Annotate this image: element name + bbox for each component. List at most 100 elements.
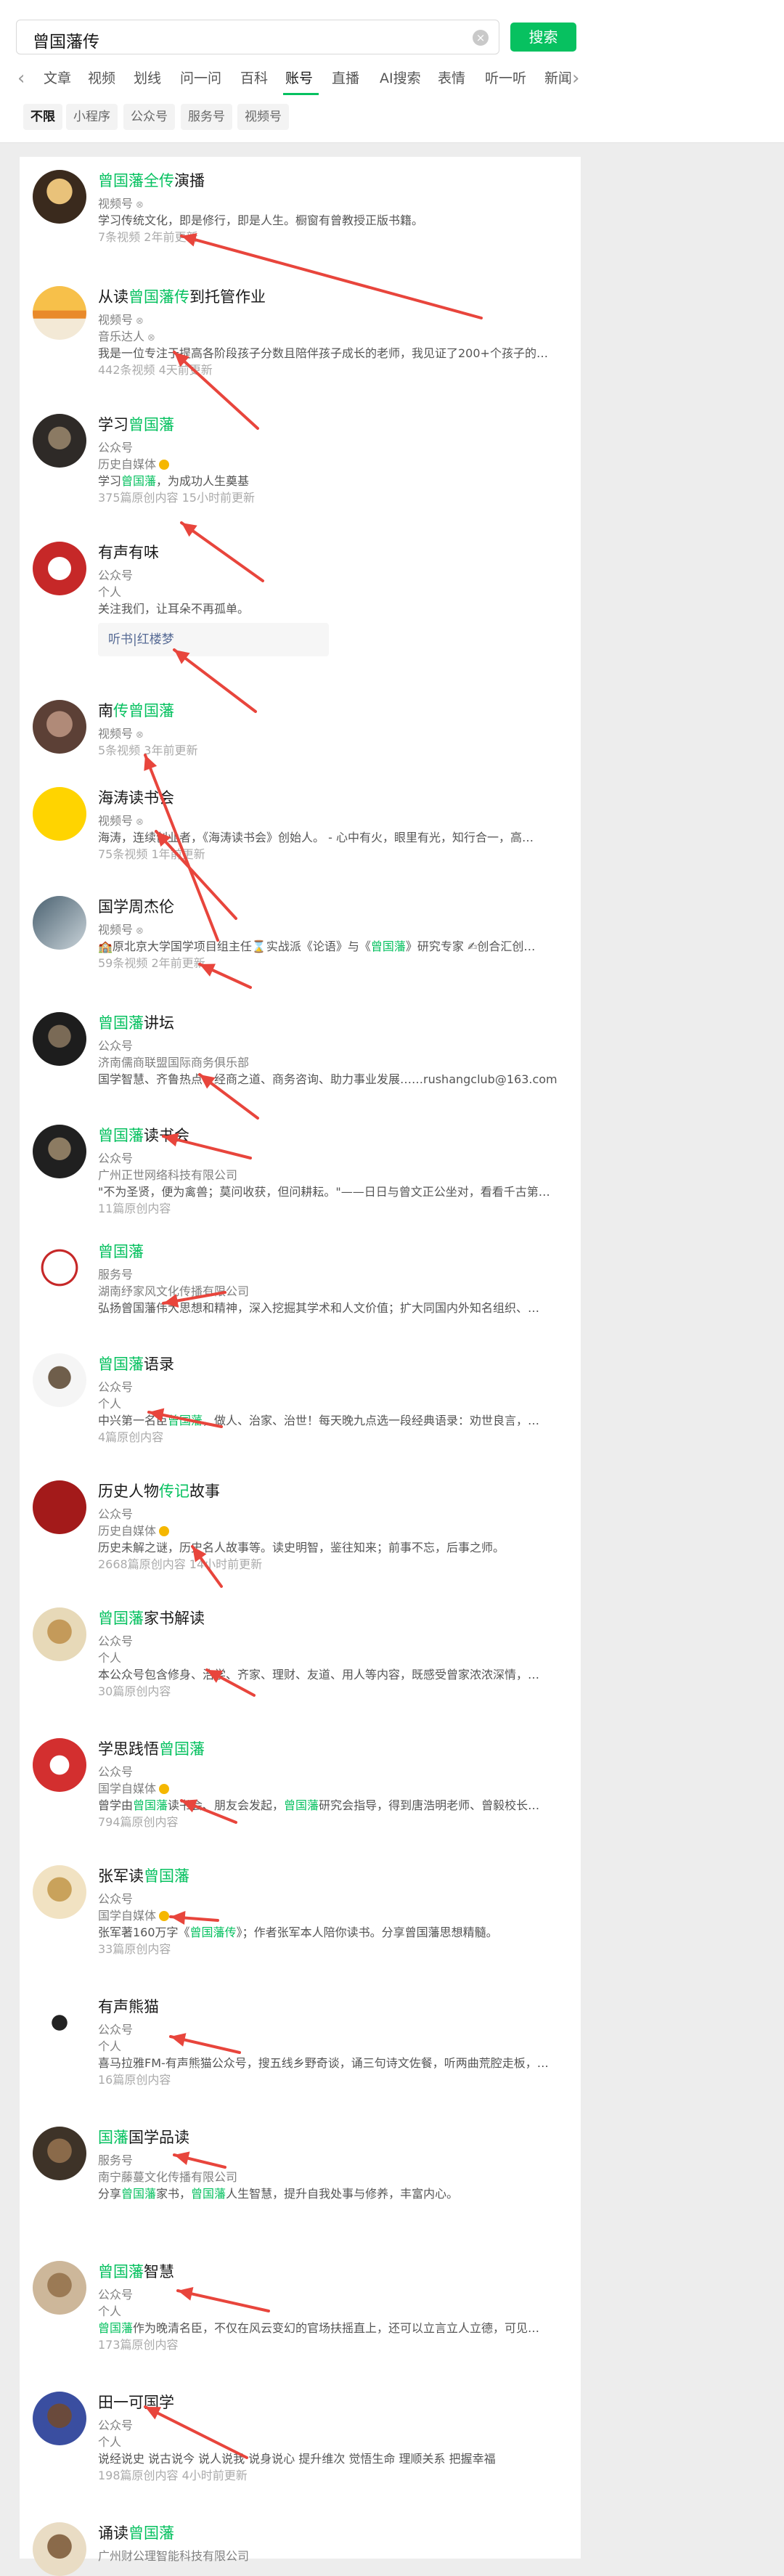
- avatar[interactable]: [33, 2261, 86, 2315]
- account-name[interactable]: 曾国藩家书解读: [98, 1607, 205, 1629]
- highlight-text: 曾国藩: [284, 1798, 319, 1812]
- account-type: 视频号 ⊗: [98, 811, 570, 828]
- avatar[interactable]: [33, 1865, 86, 1919]
- account-type: 视频号 ⊗: [98, 194, 570, 211]
- account-type: 公众号: [98, 1504, 570, 1522]
- line-text: 173篇原创内容: [98, 2338, 179, 2352]
- avatar[interactable]: [33, 700, 86, 754]
- tab-listen[interactable]: 听一听: [485, 68, 526, 87]
- tab-encyclopedia[interactable]: 百科: [240, 68, 268, 87]
- avatar[interactable]: [33, 1738, 86, 1792]
- avatar[interactable]: [33, 2127, 86, 2180]
- tab-ask[interactable]: 问一问: [180, 68, 221, 87]
- line-text: 公众号: [98, 1765, 134, 1779]
- highlight-text: 曾国藩: [98, 1127, 144, 1144]
- text-segment: ，为成功人生奠基: [156, 474, 250, 488]
- account-name[interactable]: 张军读曾国藩: [98, 1864, 189, 1886]
- account-name[interactable]: 国藩国学品读: [98, 2126, 189, 2148]
- account-name[interactable]: 曾国藩语录: [98, 1353, 174, 1374]
- line-text: 公众号: [98, 1380, 134, 1394]
- account-stats: 173篇原创内容: [98, 2335, 570, 2352]
- filter-mini-program[interactable]: 小程序: [66, 104, 118, 130]
- text-segment: 🏫原北京大学国学项目组主任⌛实战派《论语》与《: [98, 939, 371, 953]
- tabs-right-arrow-icon[interactable]: ›: [572, 68, 579, 89]
- account-name[interactable]: 田一可国学: [98, 2391, 174, 2413]
- filter-official-account[interactable]: 公众号: [123, 104, 175, 130]
- text-segment: 国学周杰伦: [98, 898, 174, 916]
- search-button[interactable]: 搜索: [510, 23, 576, 52]
- avatar[interactable]: [33, 1241, 86, 1295]
- account-type: 公众号: [98, 1036, 570, 1053]
- line-text: 公众号: [98, 1892, 134, 1906]
- avatar[interactable]: [33, 2522, 86, 2576]
- highlight-text: 曾国藩: [370, 939, 406, 953]
- account-type: 视频号 ⊗: [98, 310, 570, 327]
- verified-badge-icon: [159, 1526, 170, 1536]
- tab-stickers[interactable]: 表情: [438, 68, 465, 87]
- account-type: 济南儒商联盟国际商务俱乐部: [98, 1053, 570, 1070]
- line-text: 历史自媒体: [98, 457, 157, 471]
- avatar[interactable]: [33, 1996, 86, 2050]
- tab-live[interactable]: 直播: [332, 68, 359, 87]
- account-name[interactable]: 从读曾国藩传到托管作业: [98, 285, 266, 307]
- line-text: 视频号: [98, 814, 134, 828]
- text-segment: 故事: [189, 1483, 220, 1500]
- highlight-text: 传记: [159, 1483, 189, 1500]
- related-content-chip[interactable]: 听书|红楼梦: [98, 623, 329, 656]
- account-name[interactable]: 曾国藩: [98, 1240, 144, 1262]
- avatar[interactable]: [33, 414, 86, 468]
- account-stats: 75条视频 1年前更新: [98, 844, 570, 862]
- clear-icon[interactable]: ×: [473, 30, 489, 46]
- tab-highlights[interactable]: 划线: [134, 68, 161, 87]
- line-text: 说经说史 说古说今 说人说我 说身说心 提升维次 觉悟生命 理顺关系 把握幸福: [98, 2452, 496, 2466]
- account-name[interactable]: 学思践悟曾国藩: [98, 1737, 205, 1759]
- account-name[interactable]: 历史人物传记故事: [98, 1480, 220, 1501]
- search-box[interactable]: 曾国藩传 ×: [16, 20, 499, 54]
- highlight-text: 曾国藩: [98, 1356, 144, 1373]
- account-name[interactable]: 国学周杰伦: [98, 895, 174, 917]
- line-text: 公众号: [98, 1039, 134, 1053]
- account-name[interactable]: 曾国藩读书会: [98, 1124, 189, 1146]
- avatar[interactable]: [33, 1480, 86, 1534]
- avatar[interactable]: [33, 1353, 86, 1407]
- account-stats: 198篇原创内容 4小时前更新: [98, 2466, 570, 2483]
- filter-all[interactable]: 不限: [23, 104, 62, 130]
- filter-service-account[interactable]: 服务号: [181, 104, 232, 130]
- account-name[interactable]: 有声有味: [98, 541, 159, 563]
- tab-articles[interactable]: 文章: [44, 68, 71, 87]
- account-description: 历史未解之谜，历史名人故事等。读史明智，鉴往知来；前事不忘，后事之师。: [98, 1538, 570, 1555]
- tab-accounts[interactable]: 账号: [285, 68, 313, 87]
- avatar[interactable]: [33, 170, 86, 224]
- avatar[interactable]: [33, 1607, 86, 1661]
- tab-videos[interactable]: 视频: [88, 68, 115, 87]
- account-type: 视频号 ⊗: [98, 724, 570, 741]
- account-name[interactable]: 曾国藩智慧: [98, 2260, 174, 2282]
- tab-ai-search[interactable]: AI搜索: [380, 68, 421, 87]
- account-name[interactable]: 曾国藩讲坛: [98, 1011, 174, 1033]
- account-type: 公众号: [98, 1377, 570, 1395]
- account-type: 公众号: [98, 438, 570, 455]
- avatar[interactable]: [33, 542, 86, 595]
- line-text: 公众号: [98, 1507, 134, 1521]
- avatar[interactable]: [33, 2392, 86, 2445]
- avatar[interactable]: [33, 787, 86, 841]
- line-text: 198篇原创内容 4小时前更新: [98, 2469, 248, 2482]
- account-name[interactable]: 学习曾国藩: [98, 413, 174, 435]
- account-name[interactable]: 曾国藩全传演播: [98, 169, 205, 191]
- account-name[interactable]: 海涛读书会: [98, 786, 174, 808]
- avatar[interactable]: [33, 1012, 86, 1066]
- account-name[interactable]: 南传曾国藩: [98, 699, 174, 721]
- account-description: 张军著160万字《曾国藩传》；作者张军本人陪你读书。分享曾国藩思想精髓。: [98, 1923, 570, 1940]
- tab-news[interactable]: 新闻: [544, 68, 571, 87]
- avatar[interactable]: [33, 286, 86, 340]
- account-name[interactable]: 有声熊猫: [98, 1995, 159, 2017]
- line-text: 弘扬曾国藩伟大思想和精神，深入挖掘其学术和人文价值；扩大同国内外知名组织、…: [98, 1301, 540, 1315]
- account-type: 音乐达人 ⊗: [98, 327, 570, 344]
- text-segment: 国学品读: [128, 2129, 189, 2146]
- avatar[interactable]: [33, 1125, 86, 1178]
- tabs-left-arrow-icon[interactable]: ‹: [17, 68, 25, 89]
- account-name[interactable]: 诵读曾国藩: [98, 2522, 174, 2543]
- search-input[interactable]: 曾国藩传: [33, 28, 99, 52]
- avatar[interactable]: [33, 896, 86, 950]
- filter-channels[interactable]: 视频号: [237, 104, 289, 130]
